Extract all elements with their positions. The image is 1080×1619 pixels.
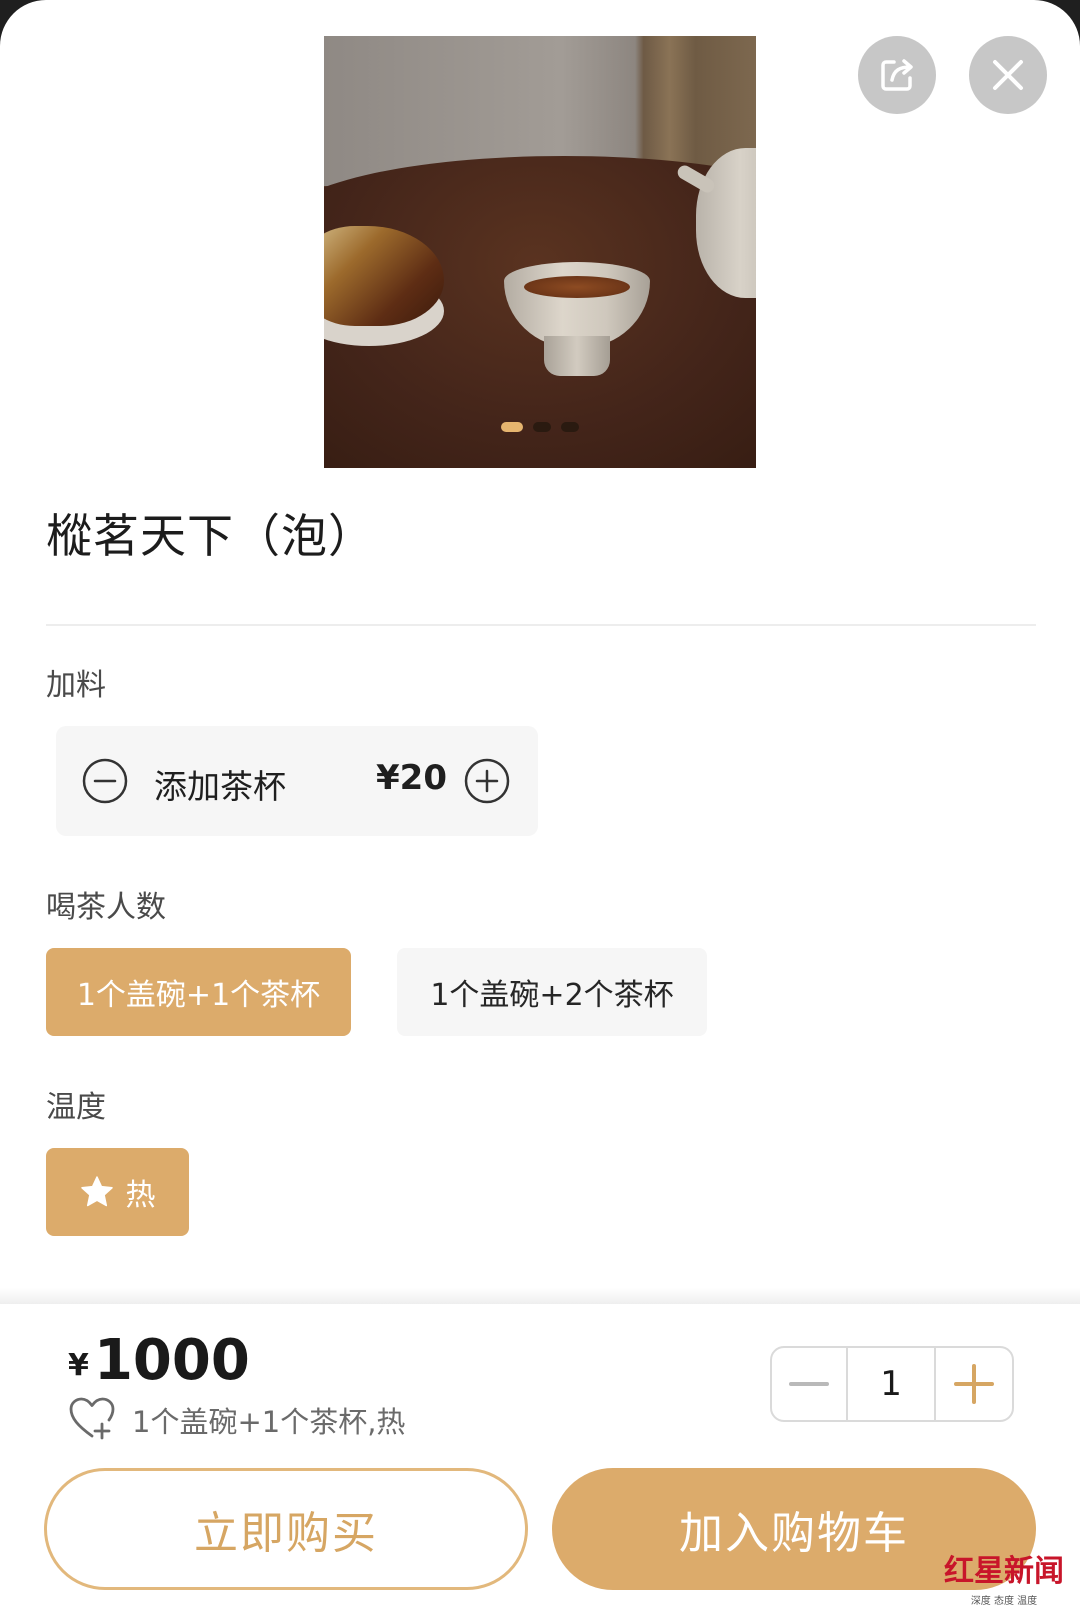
carousel-dot[interactable] [533,422,551,432]
divider [46,624,1036,626]
watermark-tagline: 深度 态度 温度 [970,1596,1038,1607]
quantity-increase-button[interactable] [933,1348,1012,1420]
selection-summary-text: 1个盖碗+1个茶杯,热 [132,1405,406,1439]
plus-circle-icon [464,758,510,804]
share-icon [881,59,913,91]
carousel-dot-active[interactable] [501,422,523,432]
plus-icon [953,1364,994,1404]
people-count-label: 喝茶人数 [46,890,166,925]
quantity-value[interactable]: 1 [848,1348,934,1420]
total-price: ¥ 1000 [68,1328,250,1393]
minus-icon [789,1382,830,1386]
share-button[interactable] [858,36,936,114]
buy-now-button[interactable]: 立即购买 [44,1468,528,1590]
addon-name: 添加茶杯 [154,767,286,806]
carousel-dot[interactable] [561,422,579,432]
temperature-label: 温度 [46,1090,106,1125]
product-sheet: 樅茗天下（泡） 加料 添加茶杯 ¥20 喝茶人数 1个盖碗+1个茶杯 1个盖碗+… [0,0,1080,1619]
product-title: 樅茗天下（泡） [46,509,375,563]
total-amount: 1000 [93,1328,250,1393]
currency-symbol: ¥ [68,1348,89,1383]
option-people-2[interactable]: 1个盖碗+2个茶杯 [397,948,707,1036]
addons-label: 加料 [46,668,106,703]
quantity-stepper: 1 [770,1346,1014,1422]
minus-circle-icon [82,758,128,804]
carousel-indicator [324,422,756,432]
favorite-heart-icon [69,1397,115,1440]
option-people-1[interactable]: 1个盖碗+1个茶杯 [46,948,351,1036]
temperature-option-label: 热 [125,1178,156,1213]
addon-price: ¥20 [376,758,447,798]
addon-decrease-button[interactable] [82,758,128,808]
quantity-decrease-button[interactable] [772,1348,849,1420]
watermark-text: 红星新闻 [944,1554,1064,1589]
close-button[interactable] [969,36,1047,114]
favorite-button[interactable] [68,1396,116,1444]
watermark-logo: 红星新闻 深度 态度 温度 [944,1546,1064,1607]
product-image[interactable] [324,36,756,468]
close-icon [993,60,1023,90]
addon-item: 添加茶杯 ¥20 [56,726,538,836]
selection-summary: 1个盖碗+1个茶杯,热 [68,1396,405,1444]
addon-increase-button[interactable] [464,758,510,808]
star-icon [80,1175,114,1209]
option-temperature-hot[interactable]: 热 [46,1148,189,1236]
